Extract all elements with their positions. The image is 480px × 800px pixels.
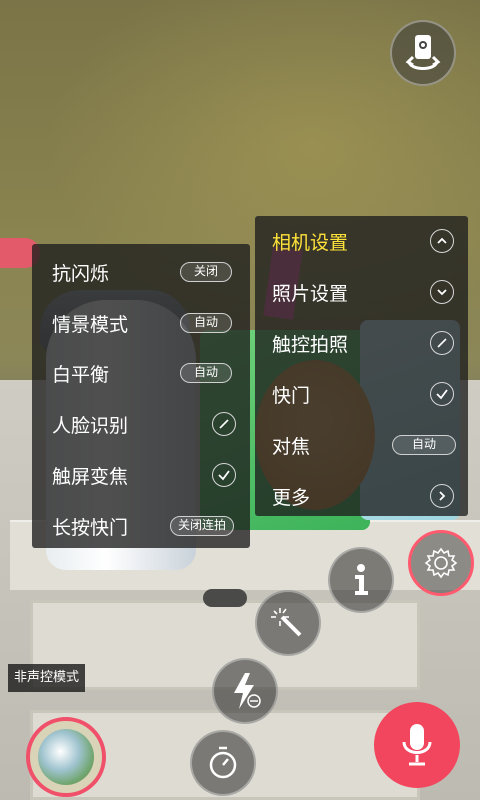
more-button[interactable] [430,484,454,508]
menu-item-long-press-shutter[interactable]: 长按快门 关闭连拍 [32,501,250,551]
shutter-sound-toggle[interactable] [430,382,454,406]
touch-zoom-toggle[interactable] [212,463,236,487]
menu-item-touch-capture[interactable]: 触控拍照 [255,318,468,368]
timer-icon [209,746,237,779]
chevron-down-icon [437,289,447,296]
scene-mode-value-pill[interactable]: 自动 [180,313,232,333]
chevron-right-icon [439,491,446,501]
menu-item-label: 更多 [272,486,311,509]
menu-item-label: 照片设置 [272,282,349,305]
camera-settings-panel: 相机设置 照片设置 触控拍照 快门 对焦 自动 更多 [255,216,468,516]
menu-item-touch-zoom[interactable]: 触屏变焦 [32,450,250,500]
menu-item-label: 抗闪烁 [52,262,110,285]
menu-item-label: 快门 [272,384,311,407]
info-icon [355,564,368,595]
menu-item-label: 相机设置 [272,231,349,254]
menu-item-label: 触控拍照 [272,333,349,356]
chevron-up-icon [437,237,447,244]
info-button[interactable] [328,547,394,613]
menu-item-label: 触屏变焦 [52,465,129,488]
collapse-button[interactable] [430,229,454,253]
flash-auto-icon [234,673,261,709]
touch-capture-toggle[interactable] [430,331,454,355]
menu-item-focus[interactable]: 对焦 自动 [255,420,468,470]
menu-item-scene-mode[interactable]: 情景模式 自动 [32,298,250,348]
menu-item-more[interactable]: 更多 [255,471,468,521]
last-photo-thumbnail [38,729,94,785]
viewfinder-drawer-knob [203,589,247,607]
white-balance-value-pill[interactable]: 自动 [180,363,232,383]
switch-camera-icon [405,35,441,70]
menu-item-label: 人脸识别 [52,414,129,437]
toggle-off-icon [437,338,447,348]
menu-item-anti-flicker[interactable]: 抗闪烁 关闭 [32,247,250,297]
microphone-icon [402,724,432,766]
anti-flicker-value-pill[interactable]: 关闭 [180,262,232,282]
switch-camera-button[interactable] [390,20,456,86]
menu-item-camera-settings[interactable]: 相机设置 [255,216,468,266]
gear-icon [424,547,458,579]
menu-item-shutter[interactable]: 快门 [255,369,468,419]
voice-shutter-button[interactable] [374,702,460,788]
focus-value-pill[interactable]: 自动 [392,435,456,455]
menu-item-white-balance[interactable]: 白平衡 自动 [32,348,250,398]
menu-item-label: 白平衡 [52,363,110,386]
toggle-off-icon [219,419,229,429]
checkmark-icon [436,389,448,400]
menu-item-photo-settings[interactable]: 照片设置 [255,267,468,317]
flash-mode-button[interactable] [212,658,278,724]
expand-button[interactable] [430,280,454,304]
settings-button[interactable] [408,530,474,596]
gallery-thumbnail-button[interactable] [26,717,106,797]
magic-wand-icon [271,608,302,637]
menu-item-face-detection[interactable]: 人脸识别 [32,399,250,449]
menu-item-label: 长按快门 [52,516,129,539]
menu-item-label: 情景模式 [52,313,129,336]
long-press-shutter-value-pill[interactable]: 关闭连拍 [170,516,234,536]
checkmark-icon [218,470,230,481]
effects-button[interactable] [255,590,321,656]
voice-mode-label: 非声控模式 [8,664,86,692]
timer-button[interactable] [190,730,256,796]
face-detection-toggle[interactable] [212,412,236,436]
menu-item-label: 对焦 [272,435,311,458]
scene-settings-panel: 抗闪烁 关闭 情景模式 自动 白平衡 自动 人脸识别 触屏变焦 长按快门 关闭连… [32,244,250,548]
